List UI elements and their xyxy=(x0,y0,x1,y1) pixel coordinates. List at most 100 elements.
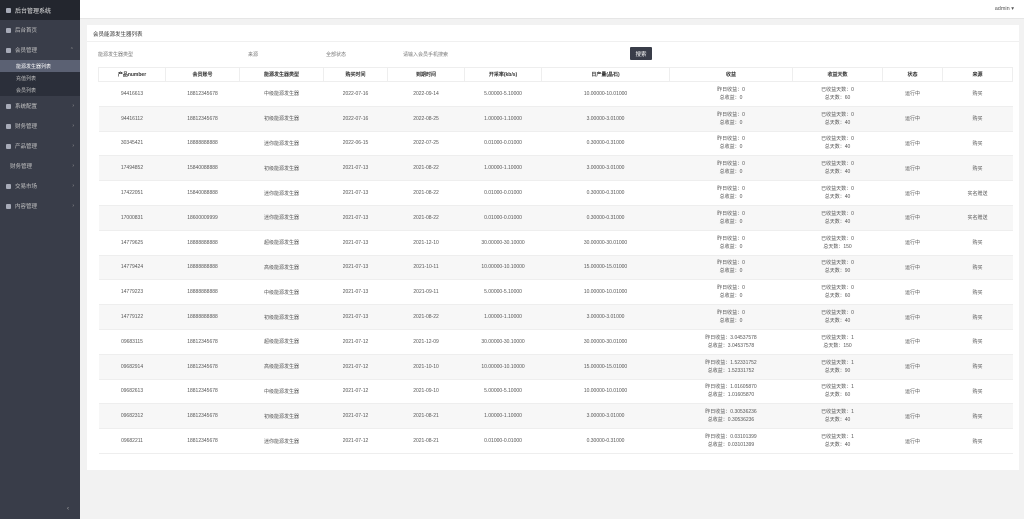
daily-output-cell: 0.30000-0.31000 xyxy=(541,130,670,157)
sidebar-item-market[interactable]: 交易市场 › xyxy=(0,176,80,196)
type-cell: 迷你能源发生器 xyxy=(239,428,324,454)
income-cell-line1: 昨日收益：0 xyxy=(717,210,745,217)
app-logo[interactable]: 后台管理系统 xyxy=(0,0,80,20)
daily-output-cell: 10.00000-10.01000 xyxy=(541,81,670,107)
type-cell: 高级能源发生器 xyxy=(239,254,324,281)
income-cell: 昨日收益：0 总收益：0 xyxy=(669,254,793,281)
collapse-sidebar-icon[interactable]: ‹ xyxy=(62,503,74,515)
expire-date-cell: 2021-08-21 xyxy=(387,428,465,454)
table-row[interactable]: 17000831 18600009999 迷你能源发生器 2021-07-13 2021… xyxy=(98,204,1013,231)
sidebar-item-content[interactable]: 内容管理 › xyxy=(0,196,80,216)
type-cell: 初级能源发生器 xyxy=(239,105,324,132)
type-cell: 中级能源发生器 xyxy=(239,279,324,306)
buy-date-cell: 2021-07-12 xyxy=(323,428,388,454)
user-menu[interactable]: admin ▾ xyxy=(995,6,1014,12)
sidebar-item-members[interactable]: 会员管理 ⌃ xyxy=(0,40,80,60)
table-row[interactable]: 14779223 18888888888 中级能源发生器 2021-07-13 2021… xyxy=(98,279,1013,306)
table-row[interactable]: 94416112 18812345678 初级能源发生器 2022-07-16 2022… xyxy=(98,105,1013,132)
type-cell: 初级能源发生器 xyxy=(239,155,324,182)
income-cell-line2: 总收益：0 xyxy=(719,194,743,201)
table-row[interactable]: 09682914 18812345678 高级能源发生器 2021-07-12 2021… xyxy=(98,353,1013,380)
income-cell-line1: 昨日收益：1.52331752 xyxy=(705,359,757,366)
phone-search-input[interactable]: 请输入会员手机搜索 xyxy=(403,51,448,58)
days-cell-line2: 总天数：90 xyxy=(824,367,851,374)
sidebar-item-finance-2[interactable]: 财务管理 › xyxy=(0,156,80,176)
buy-date-cell: 2022-07-16 xyxy=(323,81,388,107)
days-cell: 已收益天数：0 总天数：40 xyxy=(792,304,883,330)
product-id-cell: 14779424 xyxy=(98,254,166,281)
sidebar-item-system[interactable]: 系统配置 › xyxy=(0,96,80,116)
daily-output-cell: 30.00000-30.01000 xyxy=(541,229,670,256)
source-cell: 购买 xyxy=(942,81,1013,107)
income-cell-line1: 昨日收益：0.30536236 xyxy=(705,409,757,416)
income-cell-line2: 总收益：0 xyxy=(719,94,743,101)
table-row[interactable]: 14779424 18888888888 高级能源发生器 2021-07-13 2021… xyxy=(98,254,1013,281)
table-row[interactable]: 30345421 18888888888 迷你能源发生器 2022-06-15 2022… xyxy=(98,130,1013,157)
table-row[interactable]: 09682211 18812345678 迷你能源发生器 2021-07-12 2021… xyxy=(98,428,1013,454)
income-cell-line2: 总收益：0 xyxy=(719,268,743,275)
income-cell-line2: 总收益：0 xyxy=(719,243,743,250)
days-cell: 已收益天数：1 总天数：60 xyxy=(792,378,883,405)
days-cell: 已收益天数：0 总天数：40 xyxy=(792,105,883,132)
table-row[interactable]: 09683115 18812345678 超级能源发生器 2021-07-12 2021… xyxy=(98,328,1013,355)
income-cell: 昨日收益：1.01605870 总收益：1.01605870 xyxy=(669,378,793,405)
income-cell: 昨日收益：3.04537578 总收益：3.04537578 xyxy=(669,328,793,355)
status-cell: 运行中 xyxy=(882,204,943,231)
table-row[interactable]: 14779122 18888888888 初级能源发生器 2021-07-13 2021… xyxy=(98,304,1013,330)
days-cell-line1: 已收益天数：1 xyxy=(821,434,854,441)
table-row[interactable]: 09682613 18812345678 中级能源发生器 2021-07-12 2021… xyxy=(98,378,1013,405)
rate-cell: 5.00000-5.10000 xyxy=(464,81,542,107)
daily-output-cell: 10.00000-10.01000 xyxy=(541,378,670,405)
sidebar-item-products[interactable]: 产品管理 › xyxy=(0,136,80,156)
sidebar-subitem[interactable]: 充值列表 xyxy=(0,72,80,84)
home-icon xyxy=(6,27,11,33)
income-cell: 昨日收益：0 总收益：0 xyxy=(669,130,793,157)
days-cell: 已收益天数：1 总天数：150 xyxy=(792,328,883,355)
days-cell-line2: 总天数：40 xyxy=(824,169,851,176)
status-cell: 运行中 xyxy=(882,254,943,281)
generator-type-select[interactable]: 能源发生器类型 xyxy=(98,51,133,58)
income-cell: 昨日收益：0.03101399 总收益：0.03101399 xyxy=(669,428,793,454)
status-cell: 运行中 xyxy=(882,180,943,206)
source-cell: 购买 xyxy=(942,279,1013,306)
sidebar-subitem[interactable]: 能源发生器列表 xyxy=(0,60,80,72)
days-cell-line1: 已收益天数：1 xyxy=(821,334,854,341)
sidebar-item-label: 产品管理 xyxy=(15,144,38,150)
source-cell: 购买 xyxy=(942,328,1013,355)
user-icon xyxy=(6,47,11,53)
table-row[interactable]: 94416613 18812345678 中级能源发生器 2022-07-16 2022… xyxy=(98,81,1013,107)
income-cell-line2: 总收益：0 xyxy=(719,119,743,126)
income-cell: 昨日收益：0 总收益：0 xyxy=(669,155,793,182)
expire-date-cell: 2021-09-10 xyxy=(387,378,465,405)
chevron-right-icon: › xyxy=(72,123,74,129)
main-panel: 会员能源发生器列表 能源发生器类型 来源 全部状态 请输入会员手机搜索 搜索 产… xyxy=(87,25,1019,470)
days-cell-line2: 总天数：60 xyxy=(824,293,851,300)
sidebar-item-label: 会员管理 xyxy=(15,48,38,54)
sidebar-subitem[interactable]: 会员列表 xyxy=(0,84,80,96)
logo-icon xyxy=(6,7,11,13)
sidebar: 后台管理系统 后台首页 会员管理 ⌃ 能源发生器列表 充值列表 会员列表 系统配置 › 财务管理… xyxy=(0,0,80,519)
table-row[interactable]: 14779625 18888888888 超级能源发生器 2021-07-13 2021… xyxy=(98,229,1013,256)
income-cell-line2: 总收益：0 xyxy=(719,144,743,151)
sidebar-item-label: 内容管理 xyxy=(15,204,38,210)
type-cell: 中级能源发生器 xyxy=(239,378,324,405)
status-select[interactable]: 全部状态 xyxy=(326,51,346,58)
product-id-cell: 09682312 xyxy=(98,403,166,430)
table-row[interactable]: 09682312 18812345678 初级能源发生器 2021-07-12 2021… xyxy=(98,403,1013,430)
table-row[interactable]: 17422051 15840088888 迷你能源发生器 2021-07-13 2021… xyxy=(98,180,1013,206)
daily-output-cell: 0.30000-0.31000 xyxy=(541,180,670,206)
source-select[interactable]: 来源 xyxy=(248,51,258,58)
daily-output-cell: 0.30000-0.31000 xyxy=(541,204,670,231)
days-cell: 已收益天数：0 总天数：40 xyxy=(792,204,883,231)
sidebar-item-home[interactable]: 后台首页 xyxy=(0,20,80,40)
buy-date-cell: 2021-07-13 xyxy=(323,254,388,281)
income-cell-line2: 总收益：0 xyxy=(719,218,743,225)
account-cell: 18812345678 xyxy=(165,105,240,132)
product-id-cell: 17000831 xyxy=(98,204,166,231)
daily-output-cell: 30.00000-30.01000 xyxy=(541,328,670,355)
source-cell: 购买 xyxy=(942,428,1013,454)
table-row[interactable]: 17494852 15840088888 初级能源发生器 2021-07-13 2021… xyxy=(98,155,1013,182)
search-button[interactable]: 搜索 xyxy=(630,47,652,60)
sidebar-item-finance[interactable]: 财务管理 › xyxy=(0,116,80,136)
app-title: 后台管理系统 xyxy=(15,8,52,15)
